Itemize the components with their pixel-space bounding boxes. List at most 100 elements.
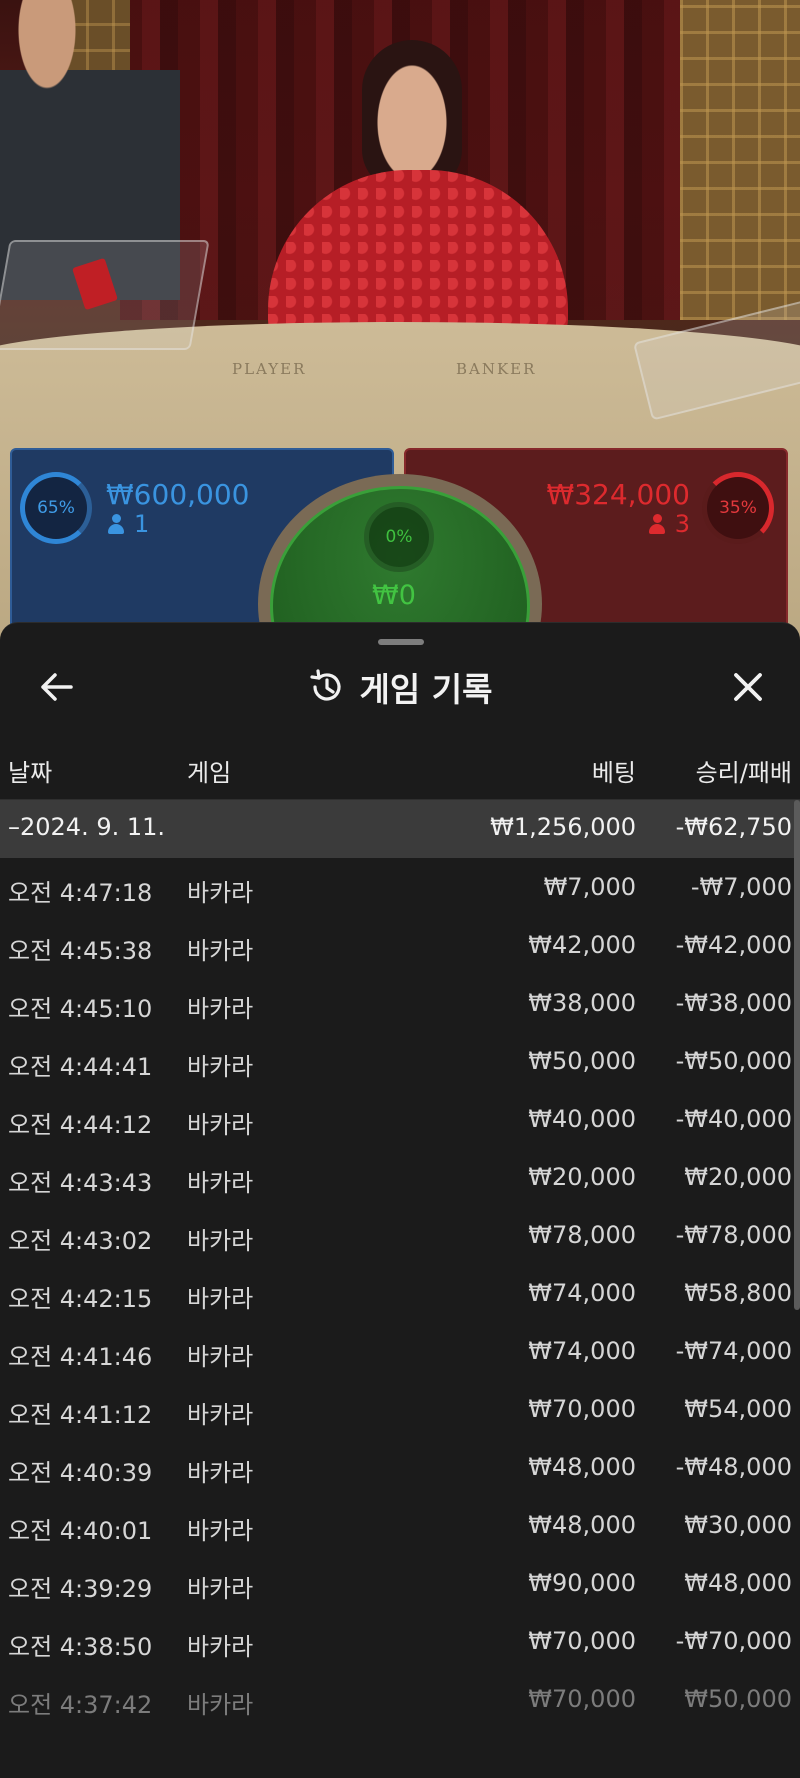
sheet-drag-handle[interactable] (378, 639, 424, 645)
column-header-date: 날짜 (8, 759, 53, 787)
row-time: 오전 4:39:29 (8, 1575, 153, 1603)
row-game: 바카라 (187, 1053, 254, 1081)
row-bet: ₩70,000 (528, 1685, 636, 1713)
history-row[interactable]: 오전 4:40:39 바카라 ₩48,000 -₩48,000 (0, 1438, 800, 1496)
game-history-sheet: 게임 기록 날짜 게임 베팅 승리/패배 –2024. 9. 11. ₩1,25… (0, 622, 800, 1778)
row-time: 오전 4:37:42 (8, 1691, 153, 1719)
row-result: ₩20,000 (684, 1163, 792, 1191)
banker-percent-ring: 35% (702, 472, 774, 544)
app-screen: PLAYER BANKER 65% ₩600,000 1 35% ₩324,00… (0, 0, 800, 1778)
person-icon (108, 514, 124, 534)
row-bet: ₩20,000 (528, 1163, 636, 1191)
row-game: 바카라 (187, 1111, 254, 1139)
row-bet: ₩48,000 (528, 1511, 636, 1539)
row-time: 오전 4:45:10 (8, 995, 153, 1023)
row-result: ₩50,000 (684, 1685, 792, 1713)
row-game: 바카라 (187, 1227, 254, 1255)
sheet-title: 게임 기록 (359, 670, 493, 709)
history-row[interactable]: 오전 4:40:01 바카라 ₩48,000 ₩30,000 (0, 1496, 800, 1554)
history-row[interactable]: 오전 4:44:41 바카라 ₩50,000 -₩50,000 (0, 1032, 800, 1090)
row-game: 바카라 (187, 1169, 254, 1197)
close-icon (734, 673, 762, 701)
dealer-head (362, 40, 462, 190)
tie-bet-amount: ₩0 (372, 580, 416, 611)
felt-banker-label: BANKER (456, 360, 537, 378)
row-bet: ₩70,000 (528, 1395, 636, 1423)
row-time: 오전 4:44:41 (8, 1053, 153, 1081)
row-result: -₩70,000 (675, 1627, 792, 1655)
row-result: ₩30,000 (684, 1511, 792, 1539)
history-row[interactable]: 오전 4:44:12 바카라 ₩40,000 -₩40,000 (0, 1090, 800, 1148)
player-bettor-count: 1 (108, 510, 149, 538)
player-percent-ring: 65% (20, 472, 92, 544)
row-game: 바카라 (187, 1459, 254, 1487)
history-row[interactable]: 오전 4:45:38 바카라 ₩42,000 -₩42,000 (0, 916, 800, 974)
row-result: -₩74,000 (675, 1337, 792, 1365)
history-list: 오전 4:47:18 바카라 ₩7,000 -₩7,000 오전 4:45:38 바카라 ₩… (0, 858, 800, 1728)
row-time: 오전 4:43:02 (8, 1227, 153, 1255)
scrollbar[interactable] (794, 800, 800, 1310)
row-bet: ₩74,000 (528, 1337, 636, 1365)
history-row[interactable]: 오전 4:41:12 바카라 ₩70,000 ₩54,000 (0, 1380, 800, 1438)
row-bet: ₩38,000 (528, 989, 636, 1017)
row-time: 오전 4:43:43 (8, 1169, 153, 1197)
column-header-game: 게임 (187, 759, 232, 787)
row-time: 오전 4:40:01 (8, 1517, 153, 1545)
felt-player-label: PLAYER (232, 360, 307, 378)
person-icon (648, 514, 665, 534)
banker-bettor-count: 3 (648, 510, 690, 538)
history-row[interactable]: 오전 4:42:15 바카라 ₩74,000 ₩58,800 (0, 1264, 800, 1322)
row-game: 바카라 (187, 1691, 254, 1719)
column-header-bet: 베팅 (591, 759, 636, 787)
row-bet: ₩90,000 (528, 1569, 636, 1597)
row-game: 바카라 (187, 1517, 254, 1545)
row-game: 바카라 (187, 1575, 254, 1603)
player-count-value: 1 (134, 510, 150, 538)
row-time: 오전 4:41:46 (8, 1343, 153, 1371)
row-time: 오전 4:41:12 (8, 1401, 153, 1429)
history-row[interactable]: 오전 4:37:42 바카라 ₩70,000 ₩50,000 (0, 1670, 800, 1728)
row-game: 바카라 (187, 995, 254, 1023)
sheet-header: 게임 기록 (0, 665, 800, 709)
row-bet: ₩50,000 (528, 1047, 636, 1075)
row-bet: ₩74,000 (528, 1279, 636, 1307)
row-result: ₩58,800 (684, 1279, 792, 1307)
banker-bet-amount: ₩324,000 (546, 478, 690, 511)
tie-percent: 0% (385, 527, 413, 547)
row-time: 오전 4:38:50 (8, 1633, 153, 1661)
row-result: -₩38,000 (675, 989, 792, 1017)
row-bet: ₩78,000 (528, 1221, 636, 1249)
row-result: -₩7,000 (690, 873, 792, 901)
row-time: 오전 4:42:15 (8, 1285, 153, 1313)
row-game: 바카라 (187, 1633, 254, 1661)
row-bet: ₩40,000 (528, 1105, 636, 1133)
player-percent: 65% (37, 498, 75, 518)
banker-count-value: 3 (674, 510, 690, 538)
history-row[interactable]: 오전 4:43:43 바카라 ₩20,000 ₩20,000 (0, 1148, 800, 1206)
row-bet: ₩42,000 (528, 931, 636, 959)
history-row[interactable]: 오전 4:45:10 바카라 ₩38,000 -₩38,000 (0, 974, 800, 1032)
live-video: PLAYER BANKER 65% ₩600,000 1 35% ₩324,00… (0, 0, 800, 640)
row-game: 바카라 (187, 937, 254, 965)
row-time: 오전 4:47:18 (8, 879, 153, 907)
row-result: -₩48,000 (675, 1453, 792, 1481)
history-icon (309, 669, 341, 701)
lattice-panel-right (680, 0, 800, 320)
date-summary-row[interactable]: –2024. 9. 11. ₩1,256,000 -₩62,750 (0, 800, 800, 858)
history-row[interactable]: 오전 4:47:18 바카라 ₩7,000 -₩7,000 (0, 858, 800, 916)
history-row[interactable]: 오전 4:43:02 바카라 ₩78,000 -₩78,000 (0, 1206, 800, 1264)
player-bet-amount: ₩600,000 (106, 478, 250, 511)
row-bet: ₩70,000 (528, 1627, 636, 1655)
column-header-result: 승리/패배 (695, 759, 792, 787)
history-row[interactable]: 오전 4:41:46 바카라 ₩74,000 -₩74,000 (0, 1322, 800, 1380)
summary-bet-total: ₩1,256,000 (490, 813, 636, 841)
row-result: ₩54,000 (684, 1395, 792, 1423)
row-result: -₩42,000 (675, 931, 792, 959)
history-row[interactable]: 오전 4:39:29 바카라 ₩90,000 ₩48,000 (0, 1554, 800, 1612)
summary-date: –2024. 9. 11. (8, 813, 166, 841)
row-game: 바카라 (187, 1285, 254, 1313)
summary-result-total: -₩62,750 (675, 813, 792, 841)
close-button[interactable] (726, 665, 770, 709)
banker-percent: 35% (719, 498, 757, 518)
history-row[interactable]: 오전 4:38:50 바카라 ₩70,000 -₩70,000 (0, 1612, 800, 1670)
